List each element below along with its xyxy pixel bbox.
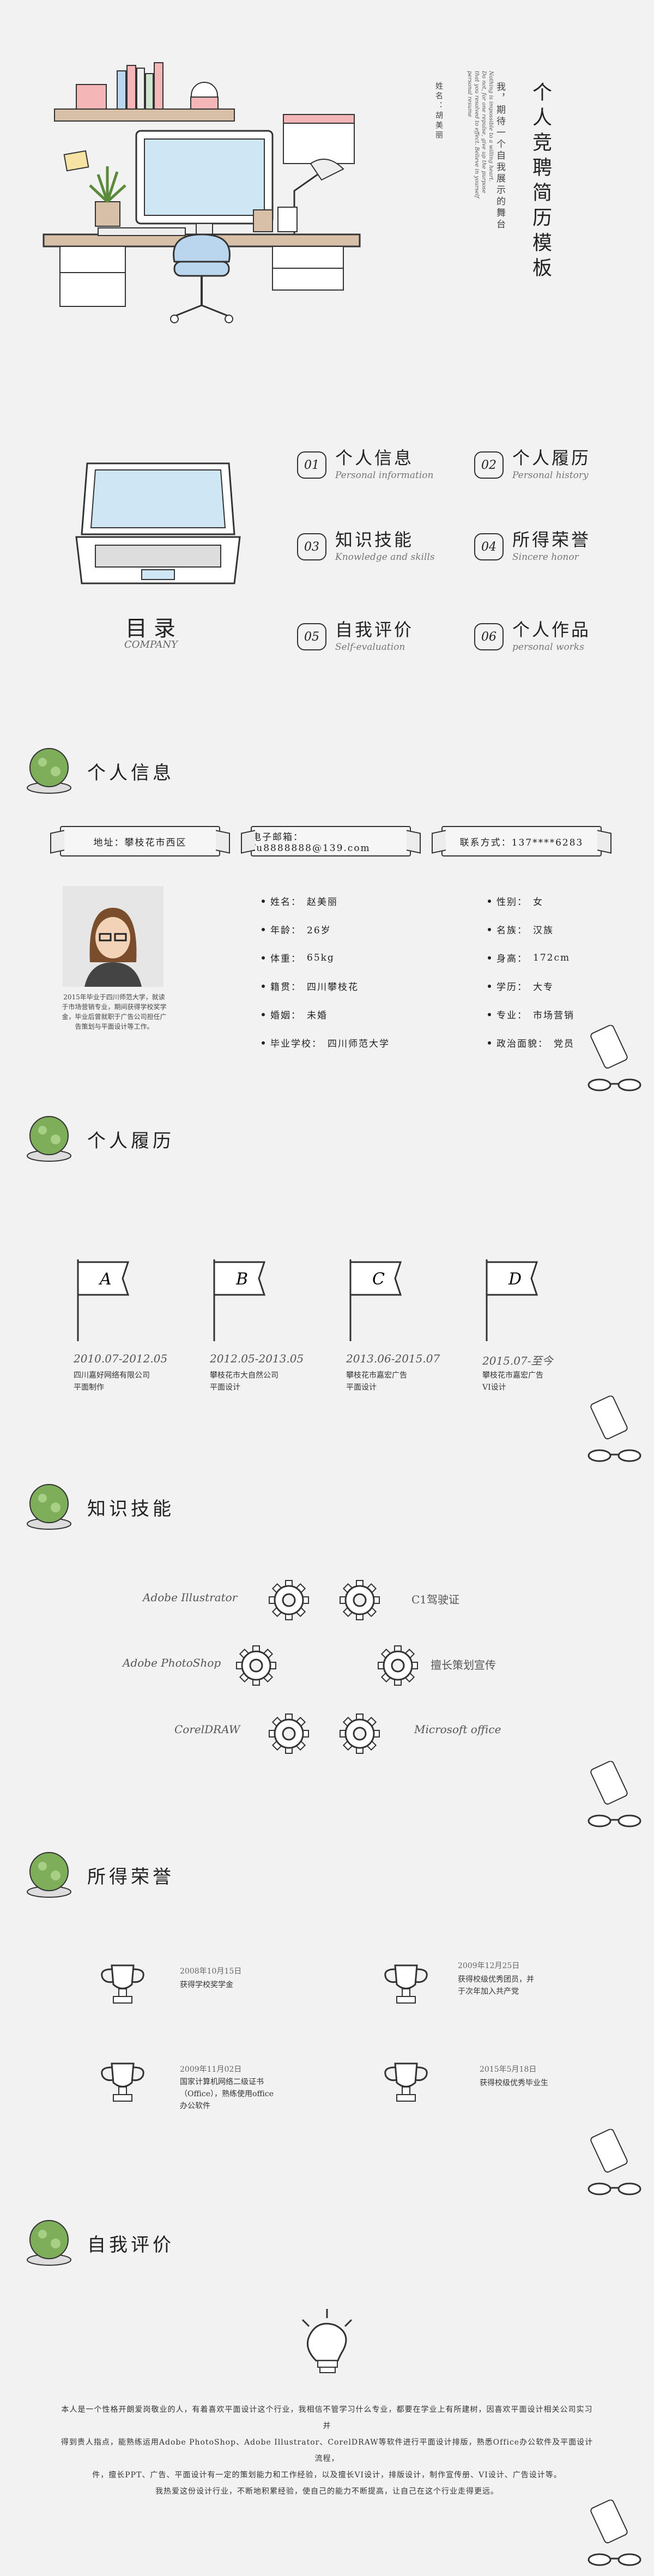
gear-icon (269, 1714, 309, 1754)
trophy-icon (101, 1964, 144, 2004)
contact-phone: 联系方式：137****6283 (441, 826, 602, 856)
phone-glasses-icon (588, 2129, 641, 2195)
honor-date: 2009年12月25日 (458, 1962, 520, 1970)
history-desc: 攀枝花市嘉宏广告 VI设计 (482, 1371, 543, 1392)
skill-left-3: CorelDRAW (174, 1723, 240, 1736)
toc-title: 目录 (125, 616, 182, 641)
phone-glasses-icon (588, 1761, 641, 1827)
history-desc: 攀枝花市嘉宏广告 平面设计 (346, 1371, 407, 1392)
section-header-evaluation: 自我评价 (22, 2213, 240, 2273)
avatar-caption: 2015年毕业于四川师范大学，就读于市场营销专业，期间获得学校奖学金，毕业后曾就… (62, 993, 167, 1030)
history-desc: 攀枝花市大自然公司 平面设计 (210, 1371, 278, 1392)
honor-date: 2008年10月15日 (180, 1967, 242, 1976)
section-header-honors: 所得荣誉 (22, 1845, 240, 1905)
history-date: 2010.07-2012.05 (74, 1352, 168, 1365)
evaluation-text: 本人是一个性格开朗爱岗敬业的人，有着喜欢平面设计这个行业，我相信不管学习什么专业… (60, 2405, 594, 2496)
section-title: 知识技能 (87, 1498, 174, 1520)
history-desc: 四川嘉好网络有限公司 平面制作 (74, 1371, 150, 1392)
gear-icon (340, 1714, 380, 1754)
toc-num: 04 (474, 533, 504, 560)
toc-section: 目录 COMPANY 01 个人信息 Personal information … (0, 414, 654, 676)
cover-name: 姓名：胡美丽 (434, 82, 443, 141)
honor-desc: 获得校级优秀毕业生 (480, 2079, 548, 2088)
lightbulb-icon (301, 2309, 353, 2373)
gear-icon (340, 1580, 380, 1620)
laptop-illustration (75, 462, 241, 584)
plant-icon (27, 748, 71, 794)
plant-icon (27, 1852, 71, 1898)
trophy-icon (384, 1964, 428, 2004)
plant-icon (27, 1484, 71, 1530)
toc-num: 01 (297, 451, 326, 479)
cover-section: 个人竞聘简历模板 我，期待一个自我展示的舞台 Nothing is imposs… (0, 0, 654, 382)
history-date: 2015.07-至今 (482, 1354, 553, 1367)
toc-item-sub: Personal information (335, 470, 434, 481)
toc-num: 03 (297, 533, 326, 560)
flag-icon: B (213, 1259, 266, 1341)
phone-glasses-icon (588, 2500, 641, 2566)
honor-date: 2015年5月18日 (480, 2065, 537, 2074)
toc-item-title: 个人履历 (512, 448, 591, 468)
trophy-icon (384, 2062, 428, 2102)
flag-icon: D (486, 1259, 538, 1341)
skill-left-1: Adobe Illustrator (143, 1591, 238, 1604)
phone-glasses-icon (588, 1025, 641, 1091)
toc-item-sub: Sincere honor (512, 552, 579, 563)
cover-subtitle: 我，期待一个自我展示的舞台 (494, 82, 505, 231)
svg-text:D: D (508, 1270, 522, 1289)
contact-address: 地址：攀枝花市西区 (60, 826, 220, 856)
trophy-icon (101, 2062, 144, 2102)
toc-num: 06 (474, 623, 504, 650)
toc-item-title: 个人信息 (335, 448, 414, 468)
toc-item-title: 个人作品 (512, 619, 591, 640)
plant-icon (27, 2220, 71, 2266)
phone-glasses-icon (588, 1396, 641, 1462)
svg-text:A: A (98, 1270, 112, 1289)
toc-item-sub: Knowledge and skills (335, 552, 435, 563)
cover-english: Nothing is impossible to a willing heart… (467, 71, 494, 198)
section-header-history: 个人履历 (22, 1109, 240, 1169)
history-date: 2013.06-2015.07 (346, 1352, 440, 1365)
toc-item-title: 自我评价 (335, 619, 414, 640)
section-title: 个人信息 (87, 762, 174, 784)
history-date: 2012.05-2013.05 (210, 1352, 304, 1365)
toc-item-sub: Self-evaluation (335, 642, 405, 653)
skill-right-2: 擅长策划宣传 (431, 1658, 496, 1672)
gear-icon (378, 1645, 418, 1686)
honor-desc: 获得校级优秀团员，并 于次年加入共产党 (458, 1975, 534, 1996)
honor-desc: 国家计算机网络二级证书 （Office），熟练使用office 办公软件 (180, 2078, 274, 2110)
gear-icon (269, 1580, 309, 1620)
section-header-skills: 知识技能 (22, 1477, 240, 1537)
toc-item-title: 知识技能 (335, 529, 414, 550)
plant-icon (27, 1116, 71, 1162)
toc-num: 05 (297, 623, 326, 650)
toc-item-sub: personal works (512, 642, 584, 653)
honor-date: 2009年11月02日 (180, 2065, 242, 2074)
gear-icon (236, 1645, 276, 1686)
skill-right-1: C1驾驶证 (411, 1593, 460, 1606)
skill-right-3: Microsoft office (414, 1723, 501, 1736)
section-header-info: 个人信息 (22, 741, 240, 801)
toc-subtitle: COMPANY (124, 639, 178, 650)
section-title: 所得荣誉 (87, 1866, 174, 1888)
avatar (63, 886, 164, 987)
svg-text:B: B (235, 1270, 248, 1289)
flag-icon: C (349, 1259, 402, 1341)
honor-desc: 获得学校奖学金 (180, 1981, 233, 1989)
desk-illustration (43, 62, 361, 323)
cover-title: 个人竞聘简历模板 (529, 82, 552, 282)
section-title: 自我评价 (87, 2234, 174, 2256)
skill-left-2: Adobe PhotoShop (123, 1656, 221, 1669)
contact-email: 电子邮箱：fu8888888@139.com (251, 826, 411, 856)
toc-num: 02 (474, 451, 504, 479)
flag-icon: A (77, 1259, 130, 1341)
section-title: 个人履历 (87, 1130, 174, 1152)
svg-text:C: C (372, 1270, 385, 1289)
toc-item-title: 所得荣誉 (512, 529, 591, 550)
toc-item-sub: Personal history (512, 470, 589, 481)
